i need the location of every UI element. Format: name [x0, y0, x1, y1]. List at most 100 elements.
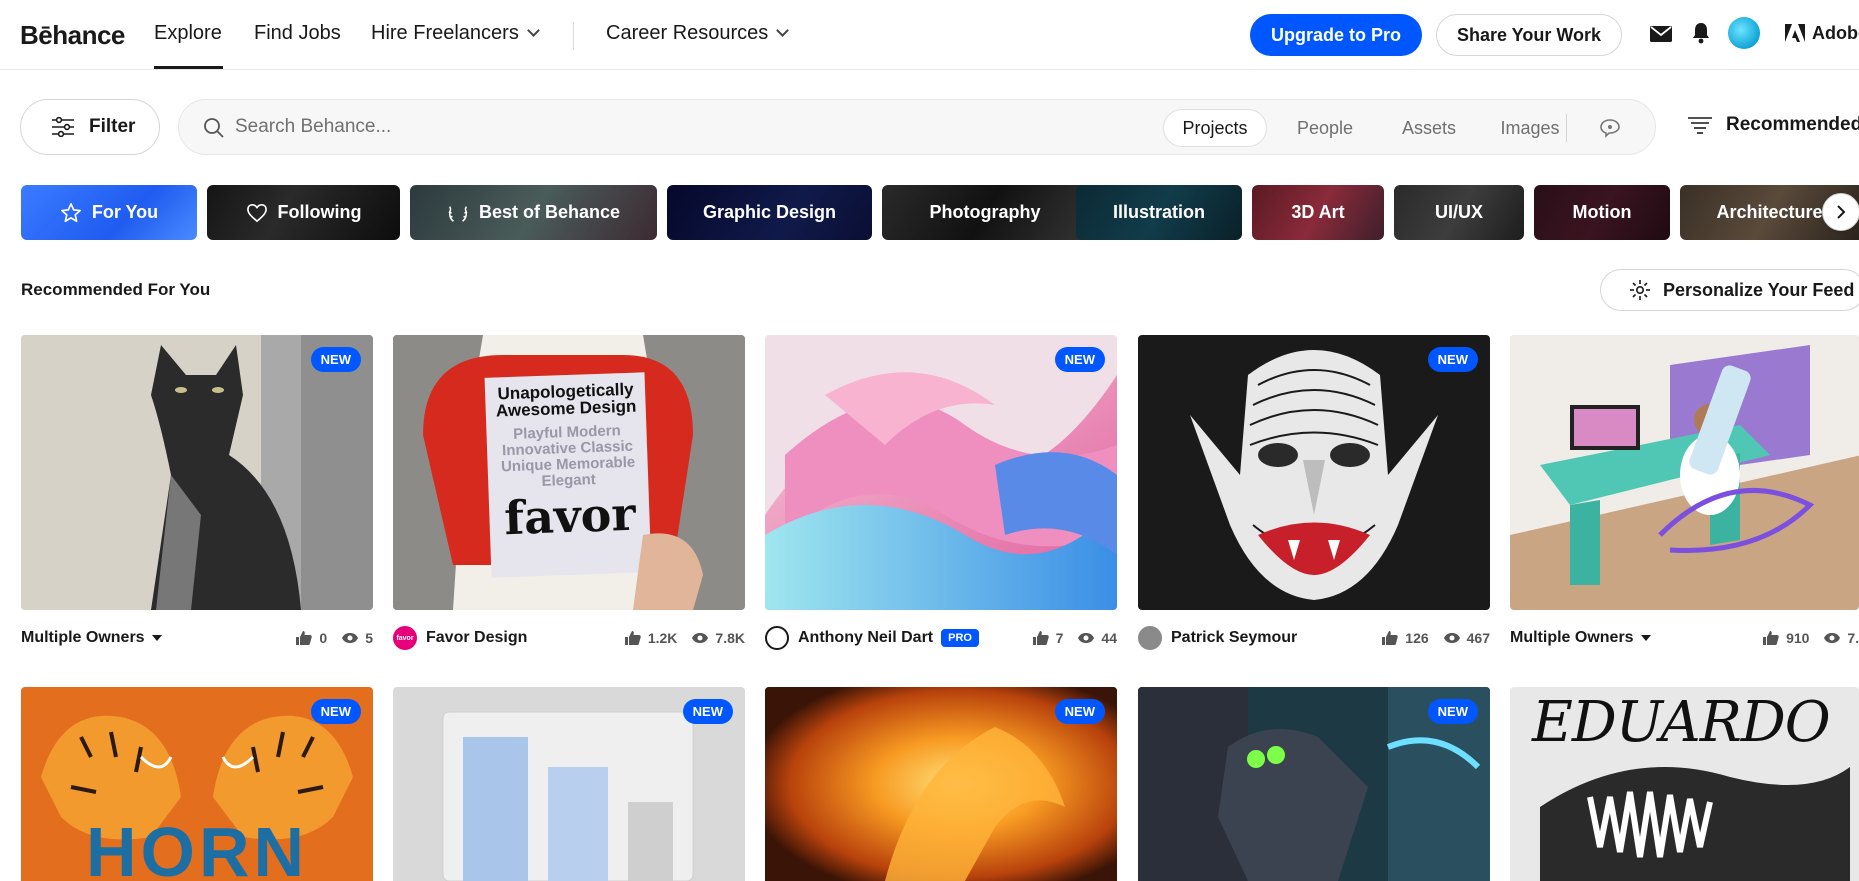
sparkle-icon [1630, 280, 1650, 300]
new-badge: NEW [1054, 699, 1105, 724]
nav-explore[interactable]: Explore [154, 22, 222, 45]
project-thumbnail[interactable]: NEW [21, 335, 373, 610]
like-count: 0 [319, 630, 328, 646]
project-meta: Multiple Owners 0 5 [21, 625, 373, 651]
category-label: For You [91, 202, 159, 222]
adobe-logo-icon[interactable] [1784, 23, 1806, 43]
pro-badge: PRO [941, 629, 979, 647]
poster-words: Playful Modern Innovative Classic Unique… [500, 422, 636, 490]
caret-down-icon [151, 635, 162, 641]
category-label: 3D Art [1291, 202, 1345, 222]
like-count: 126 [1405, 630, 1429, 646]
project-thumbnail[interactable]: NEW [393, 687, 745, 881]
project-meta: Patrick Seymour 126 467 [1138, 625, 1490, 651]
favor-poster-text: Unapologetically Awesome Design Playful … [490, 379, 645, 546]
heart-icon [246, 203, 267, 222]
nav-career-resources[interactable]: Career Resources [606, 22, 790, 45]
poster-title: Unapologetically Awesome Design [495, 379, 637, 421]
search-tab-projects[interactable]: Projects [1163, 109, 1267, 147]
owner-link[interactable]: Patrick Seymour [1138, 626, 1297, 650]
category-label: Graphic Design [702, 202, 837, 222]
project-stats: 7 44 [1032, 630, 1117, 646]
thumbs-up-icon [1763, 631, 1779, 645]
owner-name: Multiple Owners [1510, 629, 1634, 646]
project-meta: Multiple Owners 910 7.4K [1510, 625, 1859, 651]
category-label: Architecture [1716, 202, 1823, 222]
new-badge: NEW [682, 699, 733, 724]
category-graphic-design[interactable]: Graphic Design [667, 185, 872, 240]
owner-avatar [1138, 626, 1162, 650]
project-thumbnail[interactable]: EDUARDO [1510, 687, 1859, 881]
nav-hire-freelancers-label: Hire Freelancers [371, 22, 519, 44]
new-badge: NEW [1054, 347, 1105, 372]
project-thumbnail[interactable]: HORN NEW [21, 687, 373, 881]
project-thumbnail[interactable]: Unapologetically Awesome Design Playful … [393, 335, 745, 610]
chevron-down-icon [776, 24, 790, 37]
owner-link[interactable]: favor Favor Design [393, 626, 527, 650]
search-input[interactable] [235, 110, 1115, 144]
personalize-feed-button[interactable]: Personalize Your Feed [1600, 269, 1859, 311]
thumbs-up-icon [1382, 631, 1399, 645]
category-next-button[interactable] [1822, 193, 1859, 231]
thumbs-up-icon [624, 631, 641, 645]
user-avatar[interactable] [1728, 17, 1760, 49]
category-for-you[interactable]: For You [21, 185, 197, 240]
project-thumbnail[interactable]: NEW [1138, 687, 1490, 881]
search-bar: Projects People Assets Images [178, 99, 1656, 155]
personalize-label: Personalize Your Feed [1663, 279, 1855, 300]
view-count: 7.8K [715, 630, 745, 646]
laurel-icon [448, 205, 468, 222]
category-label: UI/UX [1434, 202, 1483, 222]
eye-icon [1443, 633, 1460, 643]
search-tab-people[interactable]: People [1275, 109, 1375, 147]
bell-icon[interactable] [1689, 21, 1713, 45]
owner-dropdown[interactable]: Multiple Owners [1510, 629, 1651, 647]
project-thumbnail[interactable]: NEW [1138, 335, 1490, 610]
owner-dropdown[interactable]: Multiple Owners [21, 629, 162, 647]
thumbs-up-icon [1032, 631, 1049, 645]
nav-active-indicator [154, 66, 223, 69]
category-3d-art[interactable]: 3D Art [1252, 185, 1384, 240]
chevron-down-icon [526, 24, 540, 37]
lightbulb-search-icon[interactable] [1599, 117, 1621, 139]
sort-label: Recommended [1726, 114, 1859, 135]
category-ui-ux[interactable]: UI/UX [1394, 185, 1524, 240]
upgrade-to-pro-button[interactable]: Upgrade to Pro [1250, 14, 1422, 56]
category-illustration[interactable]: Illustration [1076, 185, 1242, 240]
eye-icon [692, 633, 709, 643]
owner-name: Anthony Neil Dart [798, 629, 934, 646]
search-tab-images[interactable]: Images [1475, 109, 1585, 147]
section-title: Recommended For You [21, 280, 211, 299]
owner-avatar [765, 626, 789, 650]
category-following[interactable]: Following [207, 185, 400, 240]
category-best-of-behance[interactable]: Best of Behance [410, 185, 657, 240]
project-meta: favor Favor Design 1.2K 7.8K [393, 625, 745, 651]
project-thumbnail[interactable]: NEW [765, 335, 1117, 610]
sliders-icon [52, 117, 74, 137]
poster-title: HORN [85, 813, 309, 881]
sort-dropdown[interactable]: Recommended [1688, 114, 1859, 136]
category-motion[interactable]: Motion [1534, 185, 1670, 240]
share-your-work-button[interactable]: Share Your Work [1436, 14, 1622, 56]
owner-link[interactable]: Anthony Neil Dart PRO [765, 626, 979, 650]
nav-hire-freelancers[interactable]: Hire Freelancers [371, 22, 540, 45]
nav-career-resources-label: Career Resources [606, 22, 769, 44]
search-icon [204, 118, 224, 138]
filter-button[interactable]: Filter [20, 99, 160, 155]
chevron-right-icon [1837, 205, 1846, 219]
owner-name: Multiple Owners [21, 629, 145, 646]
nav-find-jobs[interactable]: Find Jobs [254, 22, 341, 45]
search-divider [1566, 114, 1567, 142]
mail-icon[interactable] [1649, 22, 1673, 46]
category-label: Following [277, 202, 362, 222]
category-photography[interactable]: Photography [882, 185, 1088, 240]
project-thumbnail[interactable] [1510, 335, 1859, 610]
project-thumbnail[interactable]: NEW [765, 687, 1117, 881]
view-count: 44 [1101, 630, 1117, 646]
top-navigation: Bēhance Explore Find Jobs Hire Freelance… [0, 0, 1859, 70]
behance-logo[interactable]: Bēhance [20, 20, 125, 51]
search-tab-assets[interactable]: Assets [1379, 109, 1479, 147]
adobe-label[interactable]: Adobe [1812, 23, 1859, 44]
filter-label: Filter [89, 116, 136, 137]
new-badge: NEW [310, 699, 361, 724]
